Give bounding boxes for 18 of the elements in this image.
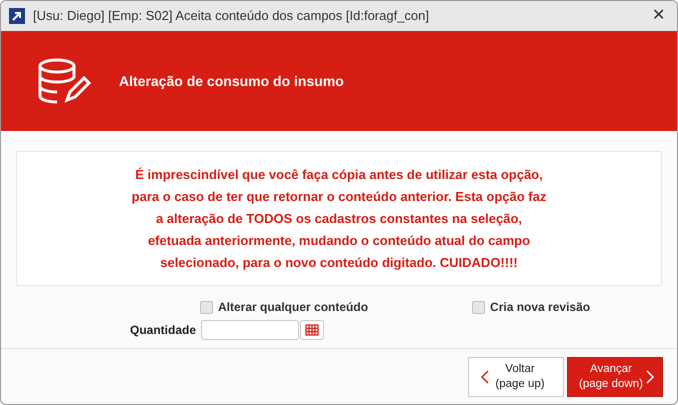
window-title: [Usu: Diego] [Emp: S02] Aceita conteúdo dos campos [Id:foragf_con]	[33, 7, 430, 26]
next-button[interactable]: Avançar (page down)	[567, 356, 663, 396]
checkbox-box[interactable]	[200, 300, 213, 314]
close-button[interactable]: ✕	[652, 4, 665, 28]
warning-text: É imprescindível que você faça cópia antes de utilizar esta opção, para o caso de ter que retornar o conteúdo anterior. Esta opção faz a alteração de TODOS os cadastros constantes na seleção, efetuada anteriormente, mudando o conteúdo atual do campo selecionado, para o novo conteúdo digitado. CUIDADO!!!!	[130, 166, 548, 272]
banner-title: Alteração de consumo do insumo	[119, 72, 344, 91]
calculator-button[interactable]	[300, 320, 324, 340]
chevron-right-icon	[646, 370, 654, 384]
checkbox-box[interactable]	[472, 300, 486, 314]
app-icon	[9, 8, 25, 24]
checkbox-label: Cria nova revisão	[490, 299, 590, 316]
back-button[interactable]: Voltar (page up)	[468, 356, 564, 396]
quantity-field[interactable]	[201, 320, 300, 340]
checkbox-label: Alterar qualquer conteúdo	[218, 299, 368, 316]
database-edit-icon	[37, 58, 93, 104]
grid-icon	[305, 324, 320, 336]
chevron-left-icon	[481, 370, 489, 384]
quantity-label: Quantidade	[130, 322, 196, 339]
